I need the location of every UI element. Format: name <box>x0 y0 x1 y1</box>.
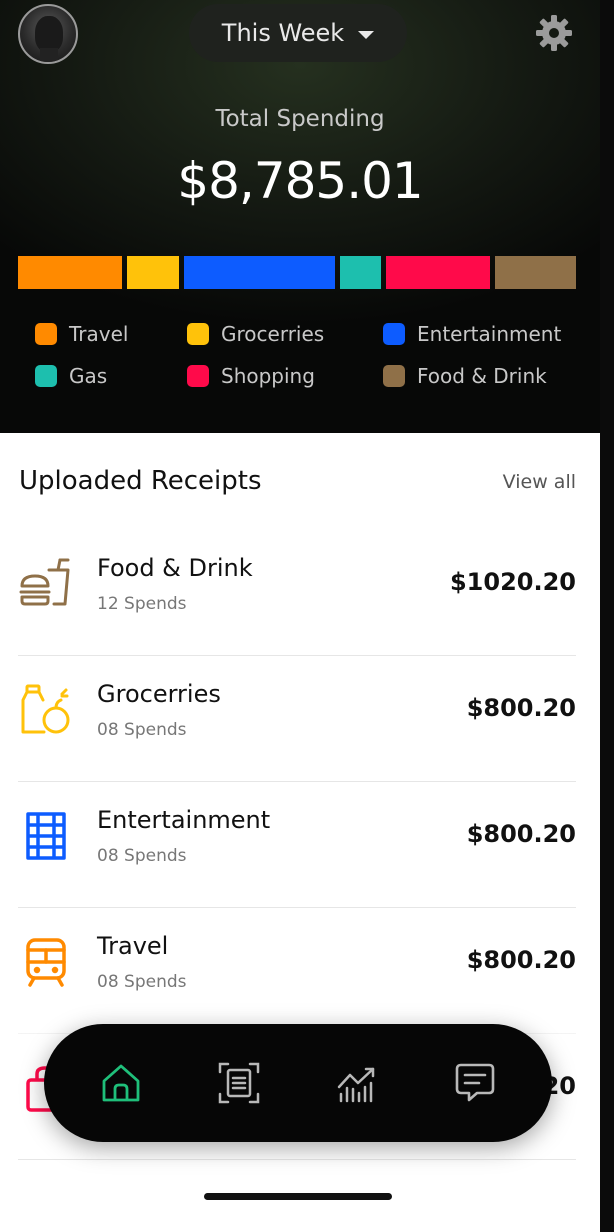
receipt-amount: $800.20 <box>466 694 576 722</box>
bar-segment-entertainment <box>184 256 336 289</box>
receipt-spend-count: 12 Spends <box>97 594 187 614</box>
avatar-neck <box>40 48 58 62</box>
receipt-amount: $1020.20 <box>449 568 576 596</box>
bar-segment-shopping <box>385 256 490 289</box>
total-spending-label: Total Spending <box>215 106 385 132</box>
legend-item-gas: Gas <box>35 364 107 388</box>
legend-item-groceries: Grocerries <box>187 322 324 346</box>
film-icon <box>18 808 74 864</box>
receipt-spend-count: 08 Spends <box>97 720 187 740</box>
receipt-category-name: Grocerries <box>97 680 221 708</box>
home-icon <box>102 1064 140 1102</box>
legend-item-entertainment: Entertainment <box>383 322 561 346</box>
nav-scan-button[interactable] <box>214 1058 264 1108</box>
period-label: This Week <box>221 19 345 47</box>
nav-analytics-button[interactable] <box>332 1058 382 1108</box>
period-dropdown[interactable]: This Week <box>189 4 407 62</box>
nav-chat-button[interactable] <box>450 1058 500 1108</box>
legend-label: Gas <box>69 364 108 388</box>
chevron-down-icon <box>358 30 375 39</box>
legend-swatch <box>35 323 57 345</box>
legend-label: Grocerries <box>221 322 325 346</box>
user-avatar[interactable] <box>18 4 78 64</box>
app-screen: This Week Total Spending $8,785.01 Trave… <box>0 0 600 1232</box>
legend-item-shopping: Shopping <box>187 364 315 388</box>
uploaded-receipts-title: Uploaded Receipts <box>19 466 262 496</box>
legend-swatch <box>383 323 405 345</box>
bar-segment-grocerries <box>127 256 180 289</box>
legend-swatch <box>383 365 405 387</box>
receipt-amount: $800.20 <box>466 820 576 848</box>
receipt-spend-count: 08 Spends <box>97 972 187 992</box>
scan-receipt-icon <box>218 1062 260 1104</box>
legend-swatch <box>187 323 209 345</box>
legend-swatch <box>35 365 57 387</box>
receipt-amount: $800.20 <box>466 946 576 974</box>
receipt-spend-count: 08 Spends <box>97 846 187 866</box>
bar-segment-gas <box>340 256 381 289</box>
legend-label: Entertainment <box>417 322 562 346</box>
gear-icon[interactable] <box>534 13 574 53</box>
legend-label: Food & Drink <box>417 364 547 388</box>
view-all-link[interactable]: View all <box>503 471 576 493</box>
train-icon <box>18 934 74 990</box>
analytics-icon <box>337 1067 375 1103</box>
total-spending-value: $8,785.01 <box>177 152 423 210</box>
legend-label: Shopping <box>221 364 315 388</box>
nav-home-button[interactable] <box>96 1058 146 1108</box>
groceries-icon <box>18 682 74 738</box>
bar-segment-food-drink <box>494 256 576 289</box>
legend-item-food-drink: Food & Drink <box>383 364 547 388</box>
receipt-category-name: Food & Drink <box>97 554 253 582</box>
bottom-nav-bar <box>44 1024 552 1142</box>
receipt-row-food-drink[interactable]: Food & Drink 12 Spends $1020.20 <box>18 530 576 656</box>
legend-swatch <box>187 365 209 387</box>
receipt-category-name: Travel <box>97 932 169 960</box>
receipt-category-name: Entertainment <box>97 806 271 834</box>
legend-label: Travel <box>69 322 129 346</box>
spending-breakdown-bar <box>18 256 576 289</box>
food-drink-icon <box>18 556 74 612</box>
bar-segment-travel <box>18 256 123 289</box>
screen-edge <box>600 0 614 1232</box>
chat-icon <box>455 1063 495 1102</box>
avatar-face <box>35 16 63 52</box>
spending-header: This Week Total Spending $8,785.01 Trave… <box>0 0 600 433</box>
home-indicator <box>204 1193 392 1200</box>
receipt-row-groceries[interactable]: Grocerries 08 Spends $800.20 <box>18 656 576 782</box>
receipt-row-entertainment[interactable]: Entertainment 08 Spends $800.20 <box>18 782 576 908</box>
legend-item-travel: Travel <box>35 322 128 346</box>
